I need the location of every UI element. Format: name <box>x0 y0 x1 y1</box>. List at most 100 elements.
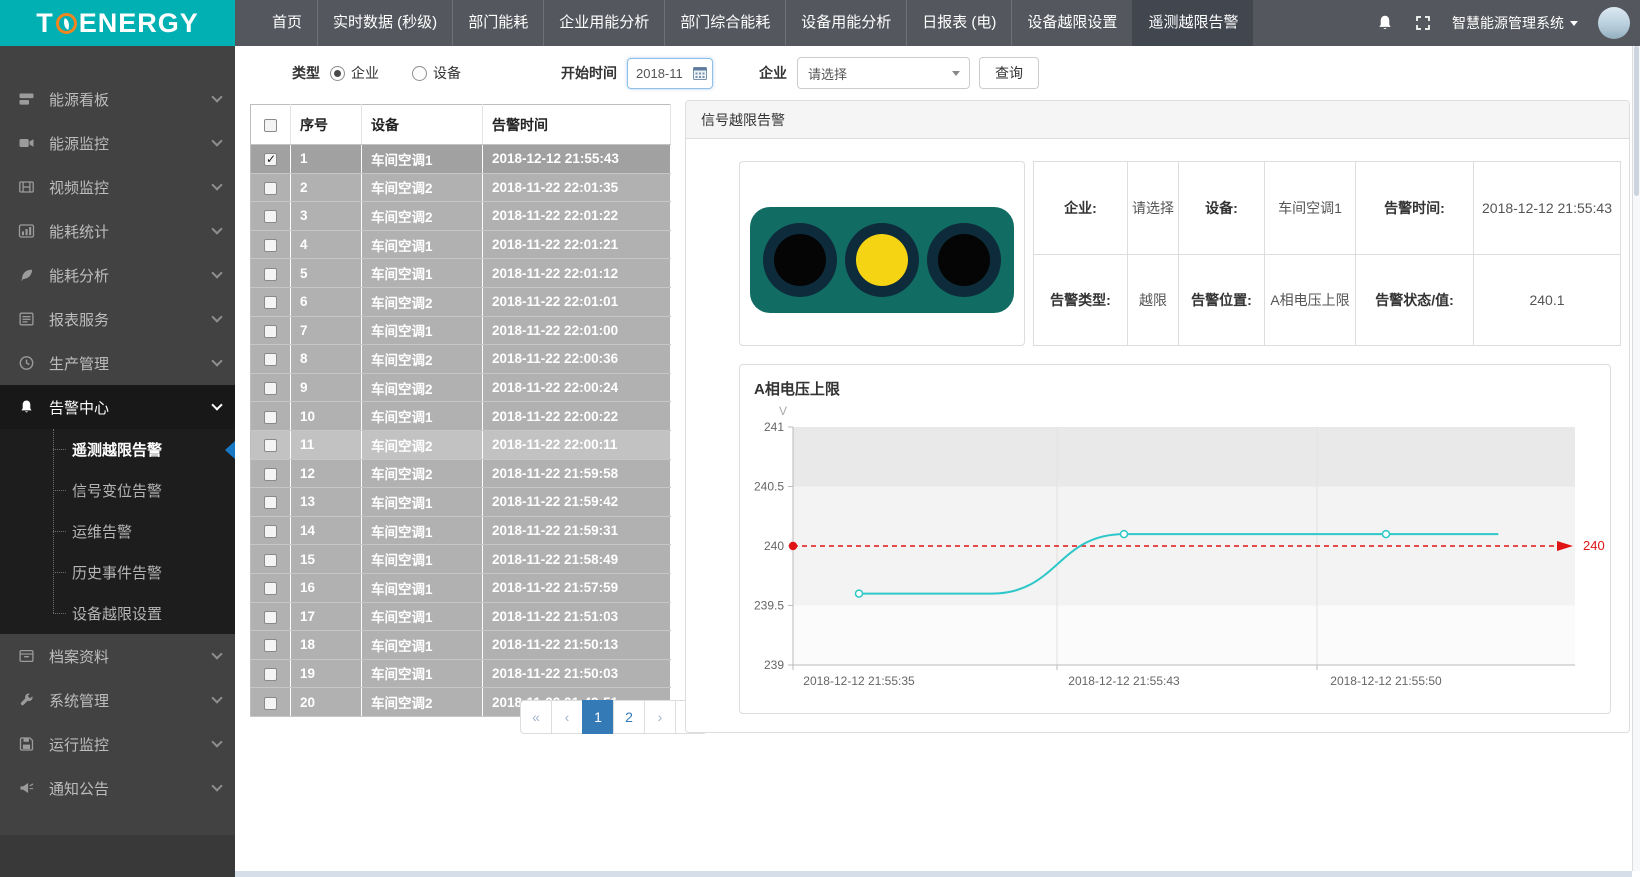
sidebar-item[interactable]: 报表服务 <box>0 297 235 341</box>
table-row[interactable]: 3车间空调22018-11-22 22:01:22 <box>251 202 671 231</box>
table-row[interactable]: 2车间空调22018-11-22 22:01:35 <box>251 173 671 202</box>
row-checkbox[interactable] <box>264 353 277 366</box>
table-row[interactable]: 9车间空调22018-11-22 22:00:24 <box>251 373 671 402</box>
sidebar-item[interactable]: 档案资料 <box>0 634 235 678</box>
row-checkbox[interactable] <box>264 582 277 595</box>
sidebar-item[interactable]: 告警中心 <box>0 385 235 429</box>
row-checkbox[interactable] <box>264 268 277 281</box>
cell-no: 6 <box>291 287 362 316</box>
vertical-scrollbar[interactable] <box>1632 46 1640 871</box>
row-checkbox[interactable] <box>264 239 277 252</box>
sidebar-item[interactable]: 系统管理 <box>0 678 235 722</box>
nav-tab[interactable]: 部门综合能耗 <box>664 0 785 46</box>
select-all-checkbox[interactable] <box>264 119 277 132</box>
page-nav-button[interactable]: › <box>644 700 676 734</box>
table-row[interactable]: 1车间空调12018-12-12 21:55:43 <box>251 145 671 174</box>
logo-text-suffix: ENERGY <box>79 8 199 39</box>
sidebar-item-label: 通知公告 <box>49 778 213 799</box>
table-row[interactable]: 11车间空调22018-11-22 22:00:11 <box>251 430 671 459</box>
table-row[interactable]: 5车间空调12018-11-22 22:01:12 <box>251 259 671 288</box>
notification-bell-icon[interactable] <box>1376 14 1394 32</box>
scrollbar-thumb[interactable] <box>1634 46 1639 196</box>
table-row[interactable]: 6车间空调22018-11-22 22:01:01 <box>251 287 671 316</box>
sidebar-item[interactable]: 生产管理 <box>0 341 235 385</box>
radio-icon[interactable] <box>412 66 427 81</box>
row-checkbox[interactable] <box>264 554 277 567</box>
chevron-down-icon <box>211 648 222 659</box>
row-checkbox[interactable] <box>264 210 277 223</box>
sidebar-item[interactable]: 能耗统计 <box>0 209 235 253</box>
radio-option-enterprise[interactable]: 企业 <box>330 63 379 83</box>
table-row[interactable]: 19车间空调12018-11-22 21:50:03 <box>251 659 671 688</box>
table-row[interactable]: 13车间空调12018-11-22 21:59:42 <box>251 488 671 517</box>
info-value: 越限 <box>1127 254 1178 346</box>
sidebar-item[interactable]: 通知公告 <box>0 766 235 810</box>
nav-tab[interactable]: 企业用能分析 <box>543 0 664 46</box>
query-button[interactable]: 查询 <box>979 57 1039 89</box>
table-row[interactable]: 14车间空调12018-11-22 21:59:31 <box>251 516 671 545</box>
row-checkbox[interactable] <box>264 639 277 652</box>
info-label: 告警类型: <box>1034 254 1127 346</box>
svg-text:240.5: 240.5 <box>754 480 784 494</box>
row-checkbox[interactable] <box>264 439 277 452</box>
enterprise-select[interactable]: 请选择 <box>797 57 970 89</box>
page-number-button[interactable]: 1 <box>582 700 614 734</box>
nav-tab[interactable]: 实时数据 (秒级) <box>317 0 452 46</box>
cell-device: 车间空调1 <box>362 545 483 574</box>
radio-icon[interactable] <box>330 66 345 81</box>
row-checkbox[interactable] <box>264 296 277 309</box>
clock-icon <box>18 355 35 371</box>
table-row[interactable]: 7车间空调12018-11-22 22:01:00 <box>251 316 671 345</box>
row-checkbox[interactable] <box>264 611 277 624</box>
nav-tab[interactable]: 日报表 (电) <box>906 0 1011 46</box>
page-nav-button[interactable]: ‹ <box>551 700 583 734</box>
fullscreen-icon[interactable] <box>1414 14 1432 32</box>
sidebar-item[interactable]: 运行监控 <box>0 722 235 766</box>
row-checkbox[interactable] <box>264 697 277 710</box>
cell-device: 车间空调1 <box>362 659 483 688</box>
page-number-button[interactable]: 2 <box>613 700 645 734</box>
table-row[interactable]: 12车间空调22018-11-22 21:59:58 <box>251 459 671 488</box>
sidebar-item[interactable]: 能源监控 <box>0 121 235 165</box>
row-checkbox[interactable] <box>264 668 277 681</box>
nav-tab[interactable]: 首页 <box>257 0 317 46</box>
table-row[interactable]: 15车间空调12018-11-22 21:58:49 <box>251 545 671 574</box>
submenu-item[interactable]: 运维告警 <box>0 511 235 552</box>
page-nav-button[interactable]: « <box>520 700 552 734</box>
nav-tab[interactable]: 设备越限设置 <box>1011 0 1132 46</box>
nav-tab[interactable]: 设备用能分析 <box>785 0 906 46</box>
row-checkbox[interactable] <box>264 153 277 166</box>
sidebar-item[interactable]: 能耗分析 <box>0 253 235 297</box>
row-checkbox[interactable] <box>264 182 277 195</box>
col-header-device: 设备 <box>362 105 483 145</box>
submenu-item[interactable]: 信号变位告警 <box>0 470 235 511</box>
row-checkbox[interactable] <box>264 411 277 424</box>
cell-no: 17 <box>291 602 362 631</box>
sidebar: 能源看板能源监控视频监控能耗统计能耗分析报表服务生产管理告警中心遥测越限告警信号… <box>0 46 235 877</box>
table-row[interactable]: 8车间空调22018-11-22 22:00:36 <box>251 345 671 374</box>
table-row[interactable]: 16车间空调12018-11-22 21:57:59 <box>251 573 671 602</box>
table-row[interactable]: 17车间空调12018-11-22 21:51:03 <box>251 602 671 631</box>
row-checkbox[interactable] <box>264 325 277 338</box>
row-checkbox[interactable] <box>264 525 277 538</box>
submenu-item[interactable]: 历史事件告警 <box>0 552 235 593</box>
horizontal-scrollbar[interactable] <box>235 871 1632 877</box>
table-row[interactable]: 18车间空调12018-11-22 21:50:13 <box>251 631 671 660</box>
sidebar-item[interactable]: 能源看板 <box>0 77 235 121</box>
sidebar-item[interactable]: 视频监控 <box>0 165 235 209</box>
table-row[interactable]: 4车间空调12018-11-22 22:01:21 <box>251 230 671 259</box>
svg-text:240: 240 <box>1583 538 1605 553</box>
cell-time: 2018-11-22 22:01:01 <box>483 287 671 316</box>
nav-tab[interactable]: 部门能耗 <box>452 0 543 46</box>
radio-option-device[interactable]: 设备 <box>412 63 461 83</box>
submenu-item[interactable]: 遥测越限告警 <box>0 429 235 470</box>
row-checkbox[interactable] <box>264 382 277 395</box>
table-row[interactable]: 10车间空调12018-11-22 22:00:22 <box>251 402 671 431</box>
user-menu[interactable]: 智慧能源管理系统 <box>1452 13 1578 33</box>
avatar[interactable] <box>1598 7 1630 39</box>
submenu-item[interactable]: 设备越限设置 <box>0 593 235 634</box>
nav-tab[interactable]: 遥测越限告警 <box>1132 0 1253 46</box>
row-checkbox[interactable] <box>264 468 277 481</box>
row-checkbox[interactable] <box>264 496 277 509</box>
calendar-icon[interactable] <box>693 66 707 83</box>
